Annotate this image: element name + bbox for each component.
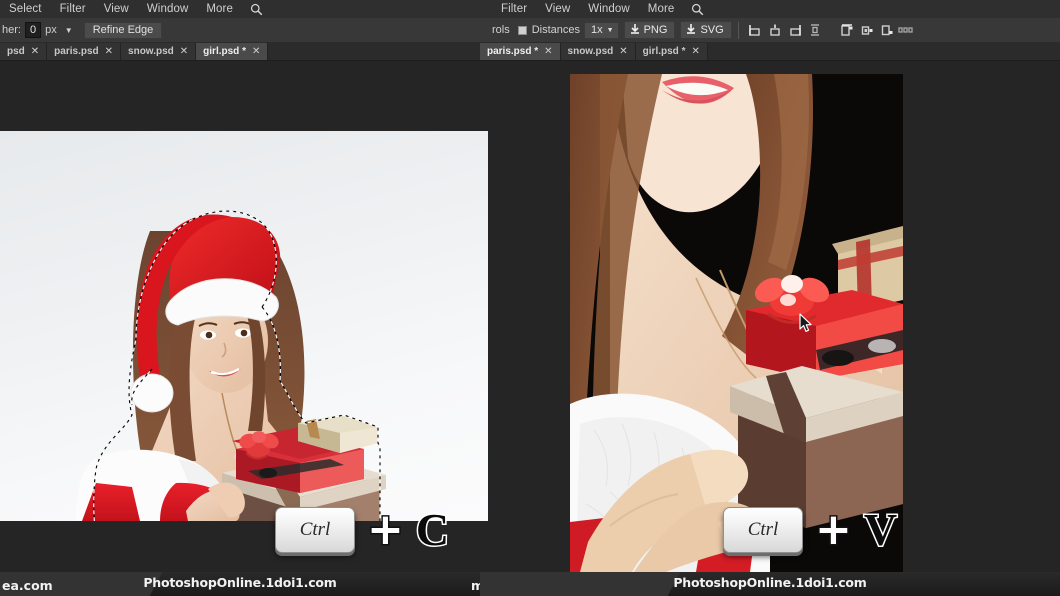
close-icon[interactable]: ✕ xyxy=(619,46,627,57)
right-canvas-image[interactable] xyxy=(570,74,903,572)
zoom-level-selector[interactable]: 1x ▼ xyxy=(584,21,619,39)
ctrl-keycap: Ctrl xyxy=(723,507,803,553)
tab-snow-psd[interactable]: snow.psd ✕ xyxy=(121,43,197,60)
search-icon[interactable] xyxy=(683,3,712,16)
search-icon[interactable] xyxy=(242,3,271,16)
close-icon[interactable]: ✕ xyxy=(252,46,260,57)
download-icon xyxy=(629,23,641,38)
menu-item-filter[interactable]: Filter xyxy=(51,0,95,18)
tab-girl-psd[interactable]: girl.psd * ✕ xyxy=(635,43,708,60)
export-png-button[interactable]: PNG xyxy=(623,21,676,39)
left-canvas-image[interactable] xyxy=(0,131,488,521)
tab-paris-psd[interactable]: paris.psd ✕ xyxy=(47,43,122,60)
tab-label: psd xyxy=(7,46,25,57)
close-icon[interactable]: ✕ xyxy=(544,46,552,57)
tab-paris-psd[interactable]: paris.psd * ✕ xyxy=(480,43,561,60)
arrange-back-icon[interactable] xyxy=(897,20,917,40)
refine-edge-button[interactable]: Refine Edge xyxy=(83,21,163,39)
letter-c-glyph: C xyxy=(414,504,450,555)
shortcut-ctrl-c: Ctrl + C xyxy=(275,504,451,555)
watermark-right-fragment: m xyxy=(470,578,480,593)
close-icon[interactable]: ✕ xyxy=(180,46,188,57)
left-options-bar: her: 0 px ▼ Refine Edge xyxy=(0,18,480,43)
tab-label: paris.psd xyxy=(54,46,99,57)
arrange-backward-icon[interactable] xyxy=(877,20,897,40)
controls-label: rols xyxy=(492,24,510,36)
arrange-forward-icon[interactable] xyxy=(857,20,877,40)
menu-item-more[interactable]: More xyxy=(639,0,684,18)
tab-label: paris.psd * xyxy=(487,46,539,57)
menu-item-more[interactable]: More xyxy=(197,0,242,18)
right-editor-panel: Filter View Window More rols Distances 1… xyxy=(480,0,1060,596)
menu-item-window[interactable]: Window xyxy=(579,0,639,18)
feather-unit-label: px xyxy=(45,24,57,36)
export-png-label: PNG xyxy=(643,24,668,36)
plus-glyph: + xyxy=(814,504,854,555)
align-center-icon[interactable] xyxy=(765,20,785,40)
right-watermark-bar: PhotoshopOnline.1doi1.com xyxy=(480,572,1060,596)
tab-label: snow.psd xyxy=(567,46,614,57)
right-tabbar: paris.psd * ✕ snow.psd ✕ girl.psd * ✕ xyxy=(480,43,1060,61)
tab-label: snow.psd xyxy=(128,46,174,57)
pasted-zoom-illustration xyxy=(570,74,903,572)
tab-snow-psd[interactable]: snow.psd ✕ xyxy=(560,43,636,60)
left-editor-panel: Select Filter View Window More her: 0 px… xyxy=(0,0,488,596)
menu-item-window[interactable]: Window xyxy=(138,0,198,18)
tab-psd[interactable]: psd ✕ xyxy=(0,43,48,60)
close-icon[interactable]: ✕ xyxy=(105,46,113,57)
tab-label: girl.psd * xyxy=(203,46,246,57)
export-svg-label: SVG xyxy=(700,24,724,36)
tab-label: girl.psd * xyxy=(642,46,686,57)
chevron-down-icon[interactable]: ▼ xyxy=(62,22,76,38)
mouse-pointer-icon xyxy=(799,313,813,333)
export-svg-button[interactable]: SVG xyxy=(680,21,732,39)
screenshot-root: Select Filter View Window More her: 0 px… xyxy=(0,0,1060,596)
checkbox-icon xyxy=(517,25,527,35)
distribute-vertical-icon[interactable] xyxy=(805,20,825,40)
letter-v-glyph: V xyxy=(862,504,898,555)
distances-label: Distances xyxy=(531,24,581,36)
menu-item-filter[interactable]: Filter xyxy=(492,0,536,18)
watermark-center-text: PhotoshopOnline.1doi1.com xyxy=(673,575,867,590)
menu-item-view[interactable]: View xyxy=(536,0,579,18)
feather-input[interactable]: 0 xyxy=(24,22,42,38)
santa-woman-illustration xyxy=(76,210,386,521)
arrange-front-icon[interactable] xyxy=(837,20,857,40)
watermark-center-text: PhotoshopOnline.1doi1.com xyxy=(143,575,337,590)
menu-item-select[interactable]: Select xyxy=(0,0,51,18)
left-menubar: Select Filter View Window More xyxy=(0,0,480,18)
right-menubar: Filter View Window More xyxy=(480,0,1060,18)
right-options-bar: rols Distances 1x ▼ PNG SVG xyxy=(480,18,1060,43)
left-watermark-bar: ea.com PhotoshopOnline.1doi1.com m xyxy=(0,572,480,596)
watermark-left-fragment: ea.com xyxy=(2,578,53,593)
toolbar-divider xyxy=(737,21,739,39)
close-icon[interactable]: ✕ xyxy=(691,46,699,57)
feather-label: her: xyxy=(2,24,21,36)
left-tabbar: psd ✕ paris.psd ✕ snow.psd ✕ girl.psd * … xyxy=(0,43,480,61)
distances-checkbox[interactable]: Distances xyxy=(514,18,584,43)
zoom-level-value: 1x xyxy=(591,23,603,36)
close-icon[interactable]: ✕ xyxy=(31,46,39,57)
download-icon xyxy=(685,23,697,38)
chevron-down-icon: ▼ xyxy=(606,26,614,34)
align-right-icon[interactable] xyxy=(785,20,805,40)
menu-item-view[interactable]: View xyxy=(95,0,138,18)
align-left-icon[interactable] xyxy=(745,20,765,40)
tab-girl-psd[interactable]: girl.psd * ✕ xyxy=(196,43,269,60)
shortcut-ctrl-v: Ctrl + V xyxy=(723,504,899,555)
plus-glyph: + xyxy=(366,504,406,555)
ctrl-keycap: Ctrl xyxy=(275,507,355,553)
